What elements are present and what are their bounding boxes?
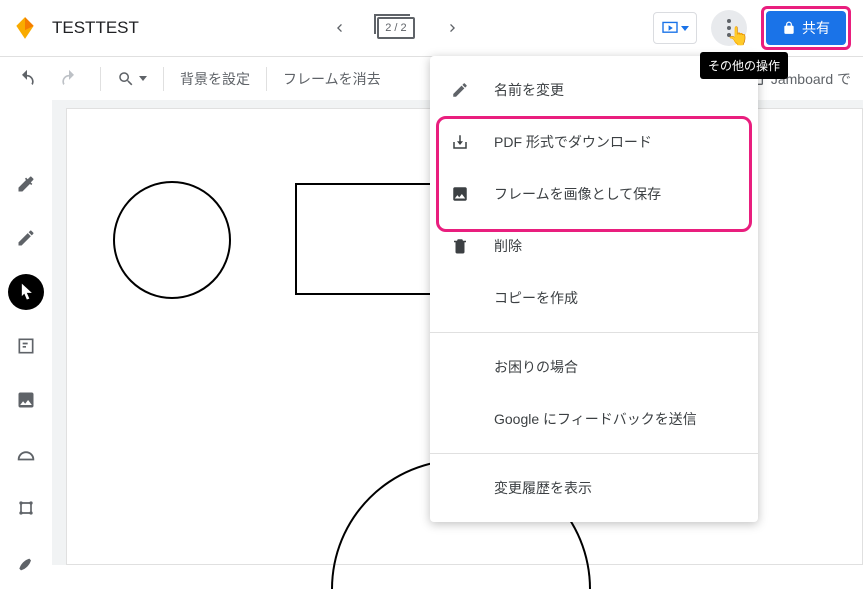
- menu-help-label: お困りの場合: [494, 357, 578, 377]
- present-button[interactable]: [653, 12, 697, 44]
- menu-make-copy[interactable]: コピーを作成: [430, 272, 758, 324]
- app-header: TESTTEST 2 / 2 👆 共有: [0, 0, 863, 56]
- pen-tool[interactable]: [8, 220, 44, 256]
- tool-rail: [0, 160, 52, 580]
- trash-icon: [450, 236, 470, 256]
- document-title[interactable]: TESTTEST: [52, 18, 139, 38]
- clear-frame-button[interactable]: フレームを消去: [283, 69, 381, 89]
- jamboard-logo-icon: [12, 15, 38, 41]
- lock-icon: [782, 21, 796, 35]
- menu-download-pdf-label: PDF 形式でダウンロード: [494, 132, 652, 152]
- chevron-down-icon: [139, 76, 147, 81]
- menu-divider: [430, 332, 758, 333]
- next-frame-button[interactable]: [439, 14, 467, 42]
- pencil-icon: [450, 80, 470, 100]
- shape-tool[interactable]: [8, 436, 44, 472]
- canvas-shape-circle[interactable]: [113, 181, 231, 299]
- menu-delete[interactable]: 削除: [430, 220, 758, 272]
- share-button[interactable]: 共有: [766, 11, 846, 45]
- toolbar-separator: [163, 67, 164, 91]
- menu-rename-label: 名前を変更: [494, 80, 564, 100]
- menu-feedback-label: Google にフィードバックを送信: [494, 409, 697, 429]
- menu-make-copy-label: コピーを作成: [494, 288, 578, 308]
- image-icon: [450, 184, 470, 204]
- share-label: 共有: [802, 18, 830, 38]
- share-highlight-annotation: 共有: [761, 6, 851, 50]
- menu-help[interactable]: お困りの場合: [430, 341, 758, 393]
- header-actions: 👆 共有: [653, 6, 851, 50]
- cursor-pointer-icon: 👆: [727, 26, 749, 47]
- more-options-tooltip: その他の操作: [700, 52, 788, 79]
- frame-navigator: 2 / 2: [139, 14, 653, 42]
- menu-delete-label: 削除: [494, 236, 522, 256]
- select-tool[interactable]: [8, 274, 44, 310]
- zoom-button[interactable]: [117, 64, 147, 94]
- toolbar-separator: [100, 67, 101, 91]
- menu-version-history[interactable]: 変更履歴を表示: [430, 462, 758, 514]
- laser-tool[interactable]: [8, 544, 44, 580]
- menu-version-history-label: 変更履歴を表示: [494, 478, 592, 498]
- set-background-button[interactable]: 背景を設定: [180, 69, 250, 89]
- eyedropper-tool[interactable]: [8, 166, 44, 202]
- menu-divider: [430, 453, 758, 454]
- download-icon: [450, 132, 470, 152]
- redo-button[interactable]: [54, 64, 84, 94]
- toolbar-separator: [266, 67, 267, 91]
- menu-download-pdf[interactable]: PDF 形式でダウンロード: [430, 116, 758, 168]
- undo-button[interactable]: [12, 64, 42, 94]
- menu-save-frame-image[interactable]: フレームを画像として保存: [430, 168, 758, 220]
- text-box-tool[interactable]: [8, 490, 44, 526]
- more-options-button[interactable]: 👆: [711, 10, 747, 46]
- present-dropdown-caret-icon: [681, 26, 689, 31]
- menu-save-frame-label: フレームを画像として保存: [494, 184, 661, 204]
- menu-feedback[interactable]: Google にフィードバックを送信: [430, 393, 758, 445]
- image-tool[interactable]: [8, 382, 44, 418]
- sticky-note-tool[interactable]: [8, 328, 44, 364]
- frame-counter[interactable]: 2 / 2: [377, 17, 414, 39]
- more-options-menu: 名前を変更 PDF 形式でダウンロード フレームを画像として保存 削除 コピーを…: [430, 56, 758, 522]
- prev-frame-button[interactable]: [325, 14, 353, 42]
